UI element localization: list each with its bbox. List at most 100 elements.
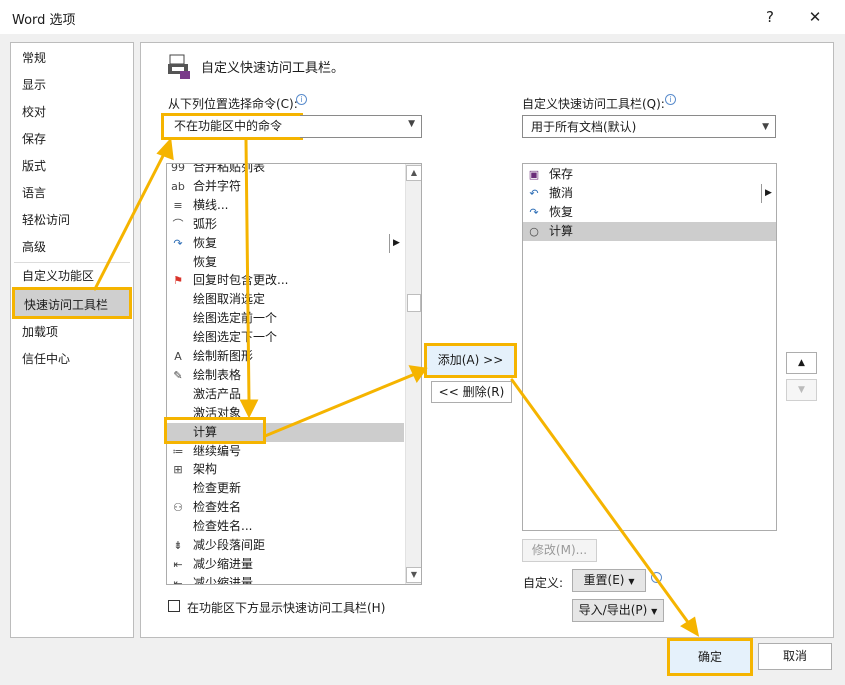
help-button[interactable]: ? — [755, 4, 785, 30]
command-row[interactable]: ⌒ 弧形 — [167, 215, 404, 234]
command-row[interactable]: 绘图选定前一个 — [167, 309, 404, 328]
command-label: 检查更新 — [193, 481, 242, 496]
category-item[interactable]: 版式 — [22, 157, 46, 175]
arc-icon: ⌒ — [172, 217, 184, 231]
command-row[interactable]: 检查更新 — [167, 479, 404, 498]
command-row[interactable]: ⇟ 减少段落间距 — [167, 536, 404, 555]
command-row[interactable]: ↷ 恢复 ▶ — [167, 233, 404, 253]
category-item[interactable]: 保存 — [22, 130, 46, 148]
command-row[interactable]: ⊞ 架构 — [167, 460, 404, 479]
toolbar-items-list[interactable]: ▣ 保存 ↶ 撤消 ▶ ↷ 恢复 ○ 计算 — [522, 163, 777, 531]
horizontal-line-icon: ≡ — [173, 198, 183, 212]
ok-button[interactable]: 确定 — [667, 638, 753, 676]
category-separator — [14, 262, 130, 263]
move-down-button[interactable]: ▼ — [786, 379, 817, 401]
redo-icon: ↷ — [529, 206, 539, 219]
command-label: 绘图取消选定 — [193, 292, 266, 307]
command-label: 合并字符 — [193, 178, 242, 193]
chevron-down-icon: ▼ — [651, 607, 658, 616]
customize-toolbar-label: 自定义快速访问工具栏(Q): — [522, 97, 665, 111]
command-row[interactable]: ⚑ 回复时包含更改... — [167, 271, 404, 290]
choose-commands-dropdown-highlight[interactable]: 不在功能区中的命令 — [161, 113, 303, 140]
info-icon — [651, 572, 662, 583]
category-item[interactable]: 高级 — [22, 238, 46, 256]
command-label: 合并粘贴列表 — [193, 163, 266, 174]
command-row[interactable]: 99 合并粘贴列表 — [167, 163, 404, 177]
close-button[interactable]: ✕ — [800, 4, 830, 30]
toolbar-item-row[interactable]: ↶ 撤消 ▶ — [523, 184, 776, 203]
command-row[interactable]: 检查姓名... — [167, 517, 404, 536]
category-item[interactable]: 快速访问工具栏 — [12, 287, 132, 319]
command-row[interactable]: ≡ 横线... — [167, 196, 404, 215]
combine-chars-icon: ab — [171, 179, 185, 193]
command-label: 架构 — [193, 462, 218, 477]
reset-button-label: 重置(E) — [583, 573, 625, 587]
import-export-button[interactable]: 导入/导出(P) ▼ — [572, 599, 664, 622]
category-item[interactable]: 常规 — [22, 49, 46, 67]
cancel-button-label: 取消 — [782, 649, 807, 663]
toolbar-item-row[interactable]: ○ 计算 — [523, 222, 776, 241]
commands-list[interactable]: 99 合并粘贴列表 ab 合并字符 ≡ 横线... ⌒ 弧形 ↷ 恢复 ▶ 恢复 ⚑ 回复时包含更改...… — [166, 163, 422, 585]
command-row[interactable]: ⚇ 检查姓名 — [167, 498, 404, 517]
category-item[interactable]: 显示 — [22, 76, 46, 94]
command-label: 横线... — [193, 197, 229, 212]
command-row[interactable]: ≔ 继续编号 — [167, 442, 404, 461]
command-label: 检查姓名 — [193, 500, 242, 515]
undo-icon: ↶ — [529, 187, 539, 200]
category-item[interactable]: 信任中心 — [22, 350, 70, 368]
remove-button[interactable]: << 删除(R) — [431, 381, 512, 403]
command-label: 绘图选定下一个 — [193, 330, 278, 345]
toolbar-item-row[interactable]: ↷ 恢复 — [523, 203, 776, 222]
scroll-down-icon[interactable]: ▼ — [406, 567, 421, 583]
command-row[interactable]: 绘图选定下一个 — [167, 328, 404, 347]
category-item[interactable]: 自定义功能区 — [22, 267, 94, 285]
commands-scrollbar[interactable]: ▲ ▼ — [405, 164, 421, 584]
command-label: 回复时包含更改... — [193, 273, 289, 288]
title-bar: Word 选项 ? ✕ — [0, 0, 845, 34]
category-item[interactable]: 校对 — [22, 103, 46, 121]
redo-icon: ↷ — [173, 236, 183, 250]
command-row[interactable]: 绘图取消选定 — [167, 290, 404, 309]
modify-button[interactable]: 修改(M)... — [522, 539, 597, 562]
new-drawing-icon: A — [174, 350, 182, 363]
cancel-button[interactable]: 取消 — [758, 643, 832, 670]
command-row[interactable]: 激活产品 — [167, 385, 404, 404]
choose-commands-value: 不在功能区中的命令 — [174, 119, 283, 133]
category-item[interactable]: 加载项 — [22, 323, 58, 341]
chevron-down-icon: ▼ — [408, 119, 415, 129]
command-label: 绘制表格 — [193, 367, 242, 382]
ok-button-label: 确定 — [697, 650, 722, 664]
toolbar-scope-dropdown[interactable]: 用于所有文档(默认) ▼ — [522, 115, 776, 138]
choose-commands-label: 从下列位置选择命令(C): — [168, 97, 298, 111]
scroll-thumb[interactable] — [407, 294, 421, 312]
toolbar-scope-value: 用于所有文档(默认) — [531, 120, 637, 134]
customize-label: 自定义: — [523, 576, 564, 590]
modify-button-label: 修改(M)... — [531, 543, 588, 557]
category-item[interactable]: 轻松访问 — [22, 211, 70, 229]
flag-icon: ⚑ — [173, 274, 183, 288]
toolbar-item-row[interactable]: ▣ 保存 — [523, 165, 776, 184]
draw-table-icon: ✎ — [173, 368, 183, 382]
show-below-checkbox[interactable] — [168, 600, 180, 612]
reset-button[interactable]: 重置(E) ▼ — [572, 569, 646, 592]
command-row[interactable]: ⇤ 减少缩进量 — [167, 574, 404, 584]
command-label: 绘图选定前一个 — [193, 311, 278, 326]
command-label: 绘制新图形 — [193, 349, 254, 363]
choose-commands-dropdown[interactable]: ▼ — [300, 115, 422, 138]
page-title: 自定义快速访问工具栏。 — [201, 61, 345, 76]
add-button[interactable]: 添加(A) >> — [424, 343, 517, 378]
submenu-arrow-icon: ▶ — [761, 184, 772, 203]
command-row[interactable]: ✎ 绘制表格 — [167, 366, 404, 385]
command-row[interactable]: ⇤ 减少缩进量 — [167, 555, 404, 574]
scroll-up-icon[interactable]: ▲ — [406, 165, 421, 181]
schema-icon: ⊞ — [173, 463, 183, 477]
command-row[interactable]: A 绘制新图形 — [167, 347, 404, 366]
command-label: 恢复 — [193, 254, 218, 269]
command-row[interactable]: ab 合并字符 — [167, 177, 404, 196]
move-up-button[interactable]: ▲ — [786, 352, 817, 374]
command-label: 减少段落间距 — [193, 538, 266, 552]
command-row[interactable]: 恢复 — [167, 253, 404, 272]
toolbar-item-label: 保存 — [549, 167, 574, 181]
category-item[interactable]: 语言 — [22, 184, 46, 202]
submenu-arrow-icon: ▶ — [389, 233, 400, 253]
